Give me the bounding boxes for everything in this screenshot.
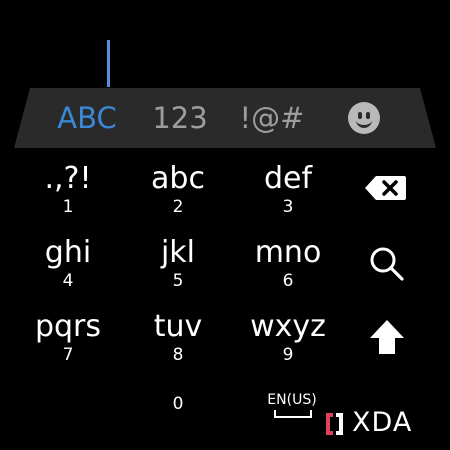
key-letters: def	[263, 161, 313, 196]
backspace-icon[interactable]	[364, 174, 408, 202]
key-letters: pqrs	[34, 309, 102, 344]
key-7[interactable]: pqrs 7	[20, 309, 116, 366]
key-number: 5	[172, 271, 184, 291]
tab-symbols[interactable]: !@#	[238, 100, 306, 136]
key-letters: abc	[151, 161, 205, 196]
shift-icon[interactable]	[368, 318, 406, 356]
key-letters: tuv	[153, 309, 203, 344]
key-letters: wxyz	[250, 309, 326, 344]
text-cursor	[107, 40, 110, 87]
key-letters: jkl	[160, 235, 196, 270]
key-number: 1	[62, 197, 74, 217]
search-icon[interactable]	[368, 245, 406, 283]
key-9[interactable]: wxyz 9	[240, 309, 336, 366]
key-6[interactable]: mno 6	[240, 235, 336, 292]
language-key[interactable]: EN(US)	[262, 392, 322, 408]
key-1[interactable]: .,?! 1	[20, 161, 116, 218]
key-5[interactable]: jkl 5	[130, 235, 226, 292]
emoji-icon[interactable]	[348, 102, 380, 134]
key-letters: mno	[254, 235, 322, 270]
key-3[interactable]: def 3	[240, 161, 336, 218]
tab-abc[interactable]: ABC	[50, 100, 124, 136]
key-number: 3	[282, 197, 294, 217]
key-4[interactable]: ghi 4	[20, 235, 116, 292]
key-letters: ghi	[44, 235, 92, 270]
tab-123[interactable]: 123	[148, 100, 212, 136]
watermark-text: XDA	[352, 407, 413, 438]
key-0[interactable]: 0	[130, 394, 226, 414]
key-8[interactable]: tuv 8	[130, 309, 226, 366]
key-number: 7	[62, 345, 74, 365]
space-bar-icon[interactable]	[274, 410, 312, 418]
key-number: 4	[62, 271, 74, 291]
xda-logo-icon	[326, 413, 343, 435]
key-number: 8	[172, 345, 184, 365]
key-number: 2	[172, 197, 184, 217]
key-2[interactable]: abc 2	[130, 161, 226, 218]
key-number: 6	[282, 271, 294, 291]
key-letters: .,?!	[44, 161, 92, 196]
key-number: 9	[282, 345, 294, 365]
